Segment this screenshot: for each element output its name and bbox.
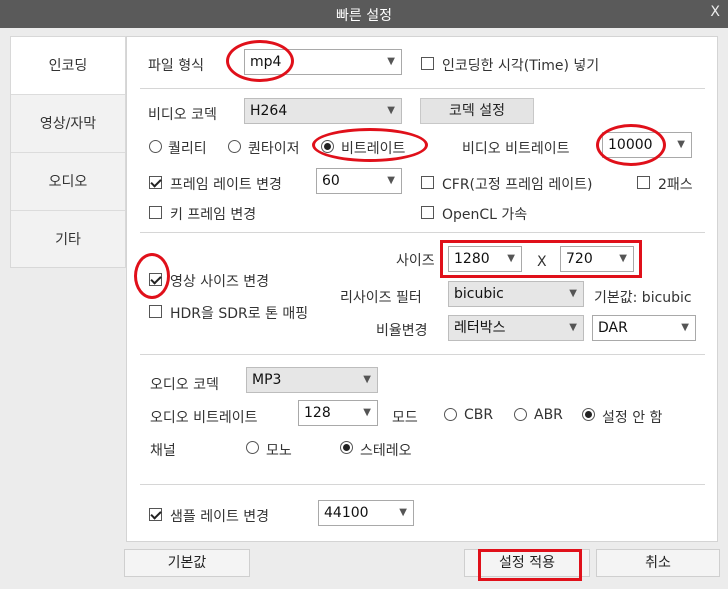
insert-time-label: 인코딩한 시각(Time) 넣기 <box>442 58 600 74</box>
opencl-checkbox[interactable] <box>421 206 434 219</box>
radio-quality[interactable] <box>149 140 162 153</box>
samplerate-label: 샘플 레이트 변경 <box>170 509 270 525</box>
audio-mode-label: 모드 <box>392 410 418 426</box>
chevron-down-icon: ▼ <box>677 139 685 150</box>
audio-codec-label: 오디오 코덱 <box>150 377 219 393</box>
sidebar-item-video-subtitle[interactable]: 영상/자막 <box>11 95 125 153</box>
hdr-tonemap-label: HDR을 SDR로 톤 매핑 <box>170 306 309 322</box>
close-button[interactable]: X <box>710 4 720 20</box>
divider <box>140 232 705 233</box>
aspect-mode-value: DAR <box>598 320 628 336</box>
two-pass-label: 2패스 <box>658 177 693 193</box>
chevron-down-icon: ▼ <box>387 56 395 67</box>
opencl-label: OpenCL 가속 <box>442 207 528 223</box>
video-codec-select[interactable]: H264 ▼ <box>244 98 402 124</box>
chevron-down-icon: ▼ <box>387 105 395 116</box>
highlight-apply <box>478 549 582 581</box>
framerate-change-checkbox[interactable] <box>149 176 162 189</box>
video-codec-label: 비디오 코덱 <box>148 107 217 123</box>
aspect-label: 비율변경 <box>376 323 428 339</box>
radio-no-setting-label: 설정 안 함 <box>602 410 663 426</box>
audio-codec-select[interactable]: MP3 ▼ <box>246 367 378 393</box>
highlight-video-bitrate <box>596 124 666 166</box>
radio-quantizer-label: 퀀타이저 <box>248 141 300 157</box>
format-label: 파일 형식 <box>148 58 204 74</box>
audio-bitrate-value: 128 <box>304 405 331 421</box>
divider <box>140 88 705 89</box>
samplerate-value: 44100 <box>324 505 369 521</box>
radio-cbr-label: CBR <box>464 407 494 423</box>
change-size-label: 영상 사이즈 변경 <box>170 274 270 290</box>
cfr-label: CFR(고정 프레임 레이트) <box>442 177 593 193</box>
default-button[interactable]: 기본값 <box>124 549 250 577</box>
highlight-format <box>226 40 294 82</box>
samplerate-checkbox[interactable] <box>149 508 162 521</box>
size-label: 사이즈 <box>396 253 435 269</box>
highlight-bitrate-mode <box>312 128 428 162</box>
resize-filter-label: 리사이즈 필터 <box>340 290 422 306</box>
radio-abr-label: ABR <box>534 407 563 423</box>
radio-stereo[interactable] <box>340 441 353 454</box>
framerate-select[interactable]: 60 ▼ <box>316 168 402 194</box>
aspect-mode-select[interactable]: DAR ▼ <box>592 315 696 341</box>
two-pass-checkbox[interactable] <box>637 176 650 189</box>
keyframe-label: 키 프레임 변경 <box>170 207 257 223</box>
hdr-tonemap-checkbox[interactable] <box>149 305 162 318</box>
sidebar: 인코딩 영상/자막 오디오 기타 <box>10 36 126 268</box>
divider <box>140 354 705 355</box>
cancel-button[interactable]: 취소 <box>596 549 720 577</box>
highlight-change-size <box>134 253 170 299</box>
insert-time-checkbox[interactable] <box>421 57 434 70</box>
radio-quantizer[interactable] <box>228 140 241 153</box>
aspect-select[interactable]: 레터박스 ▼ <box>448 315 584 341</box>
audio-bitrate-select[interactable]: 128 ▼ <box>298 400 378 426</box>
sidebar-item-audio[interactable]: 오디오 <box>11 153 125 211</box>
chevron-down-icon: ▼ <box>387 175 395 186</box>
sidebar-item-etc[interactable]: 기타 <box>11 211 125 269</box>
chevron-down-icon: ▼ <box>681 322 689 333</box>
highlight-size <box>440 240 642 278</box>
keyframe-checkbox[interactable] <box>149 206 162 219</box>
sidebar-item-encoding[interactable]: 인코딩 <box>11 37 125 95</box>
video-codec-value: H264 <box>250 103 288 119</box>
audio-codec-value: MP3 <box>252 372 282 388</box>
chevron-down-icon: ▼ <box>399 507 407 518</box>
title-bar: 빠른 설정 X <box>0 0 728 28</box>
video-bitrate-label: 비디오 비트레이트 <box>462 141 570 157</box>
resize-filter-select[interactable]: bicubic ▼ <box>448 281 584 307</box>
resize-filter-value: bicubic <box>454 286 504 302</box>
window-title: 빠른 설정 <box>336 8 392 24</box>
framerate-value: 60 <box>322 173 340 189</box>
chevron-down-icon: ▼ <box>569 288 577 299</box>
radio-mono[interactable] <box>246 441 259 454</box>
radio-quality-label: 퀄리티 <box>168 141 207 157</box>
aspect-value: 레터박스 <box>454 320 506 336</box>
radio-stereo-label: 스테레오 <box>360 443 412 459</box>
cfr-checkbox[interactable] <box>421 176 434 189</box>
chevron-down-icon: ▼ <box>363 407 371 418</box>
channel-label: 채널 <box>150 443 176 459</box>
divider <box>140 484 705 485</box>
audio-bitrate-label: 오디오 비트레이트 <box>150 410 258 426</box>
radio-cbr[interactable] <box>444 408 457 421</box>
resize-filter-default: 기본값: bicubic <box>594 290 692 306</box>
radio-mono-label: 모노 <box>266 443 292 459</box>
framerate-change-label: 프레임 레이트 변경 <box>170 177 282 193</box>
radio-no-setting[interactable] <box>582 408 595 421</box>
samplerate-select[interactable]: 44100 ▼ <box>318 500 414 526</box>
chevron-down-icon: ▼ <box>363 374 371 385</box>
codec-settings-button[interactable]: 코덱 설정 <box>420 98 534 124</box>
chevron-down-icon: ▼ <box>569 322 577 333</box>
radio-abr[interactable] <box>514 408 527 421</box>
